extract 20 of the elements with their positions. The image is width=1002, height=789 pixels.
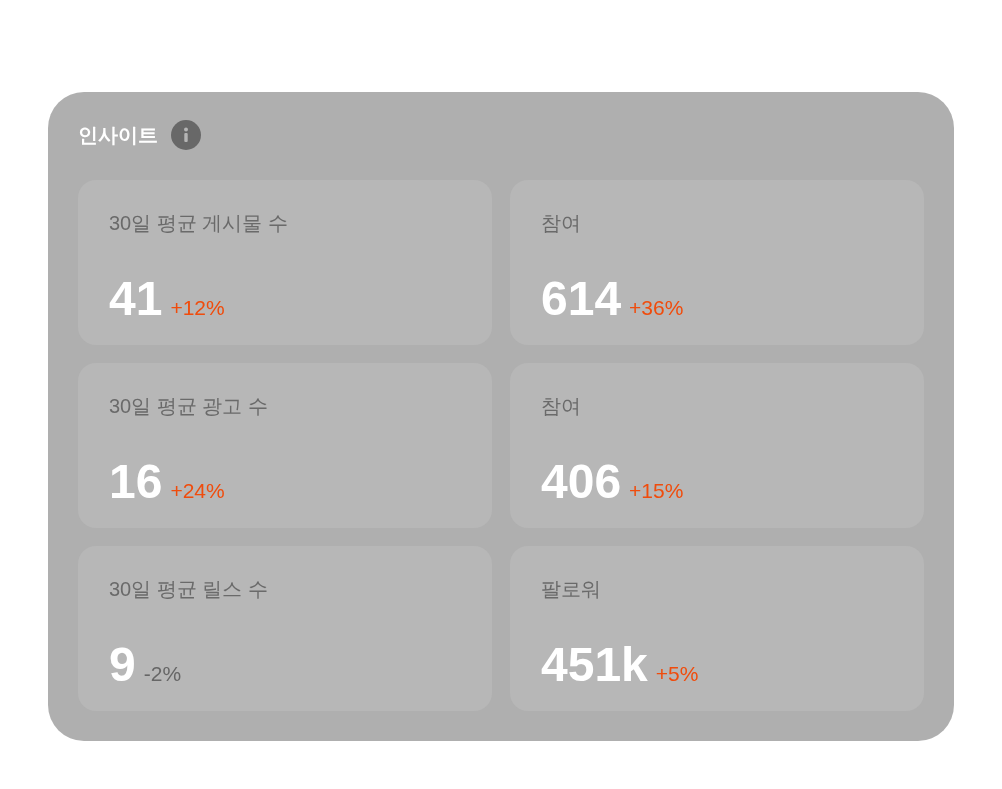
- metric-label: 30일 평균 광고 수: [109, 394, 268, 418]
- metric-change: +5%: [655, 662, 699, 686]
- metric-label: 참여: [541, 211, 581, 235]
- metric-change: +36%: [629, 296, 684, 320]
- metric-label: 30일 평균 게시물 수: [109, 211, 288, 235]
- metric-change: +12%: [170, 296, 225, 320]
- metric-change: +15%: [629, 479, 684, 503]
- metric-value: 41: [109, 273, 163, 325]
- metric-value: 451k: [541, 639, 648, 691]
- metric-value: 16: [109, 456, 163, 508]
- metric-label: 30일 평균 릴스 수: [109, 577, 268, 601]
- metric-change: +24%: [170, 479, 225, 503]
- metric-value: 406: [541, 456, 622, 508]
- metric-value: 9: [109, 639, 136, 691]
- panel-title: 인사이트: [78, 123, 158, 147]
- info-icon[interactable]: [171, 120, 201, 150]
- metric-value: 614: [541, 273, 622, 325]
- metric-label: 팔로워: [541, 577, 601, 601]
- metric-change: -2%: [143, 662, 182, 686]
- metric-label: 참여: [541, 394, 581, 418]
